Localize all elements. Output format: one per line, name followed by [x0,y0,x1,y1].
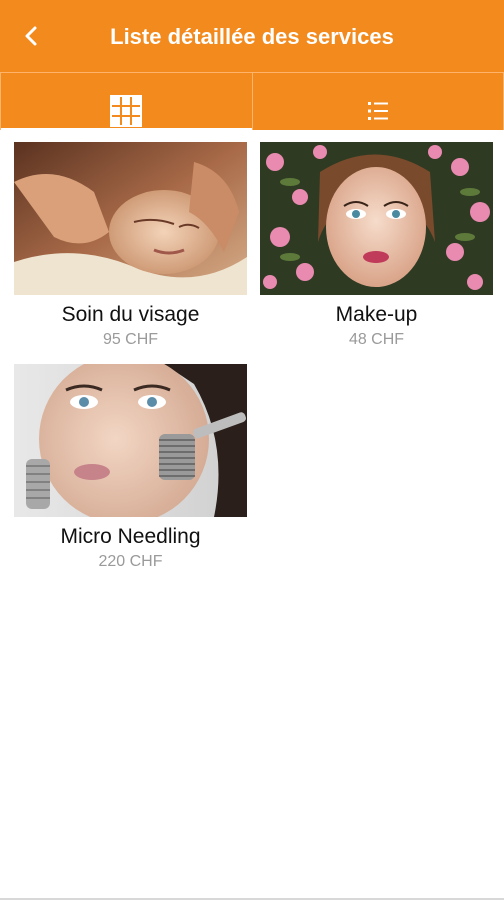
back-button[interactable] [14,18,50,54]
tab-selected-indicator [1,128,252,130]
service-price: 95 CHF [102,331,159,348]
tab-list-view[interactable] [253,73,504,130]
service-price: 48 CHF [348,331,405,348]
service-card-make-up[interactable]: Make-up 48 CHF [260,142,493,349]
service-name: Make-up [335,303,418,326]
micro-needling-photo [14,364,247,517]
makeup-flowers-photo [260,142,493,295]
view-tabs [0,72,504,130]
service-price: 220 CHF [98,553,163,570]
tab-grid-view[interactable] [0,73,253,130]
grid-icon [110,95,143,127]
service-card-micro-needling[interactable]: Micro Needling 220 CHF [14,364,247,571]
list-icon [367,102,388,120]
app-screen: Liste détaillée des services Soin du vis… [0,0,504,900]
service-name: Soin du visage [61,303,200,326]
page-title: Liste détaillée des services [110,24,394,49]
header-bar: Liste détaillée des services [0,0,504,72]
chevron-left-icon [25,26,37,46]
service-name: Micro Needling [60,525,201,548]
facial-massage-photo [14,142,247,295]
service-card-soin-du-visage[interactable]: Soin du visage 95 CHF [14,142,247,349]
